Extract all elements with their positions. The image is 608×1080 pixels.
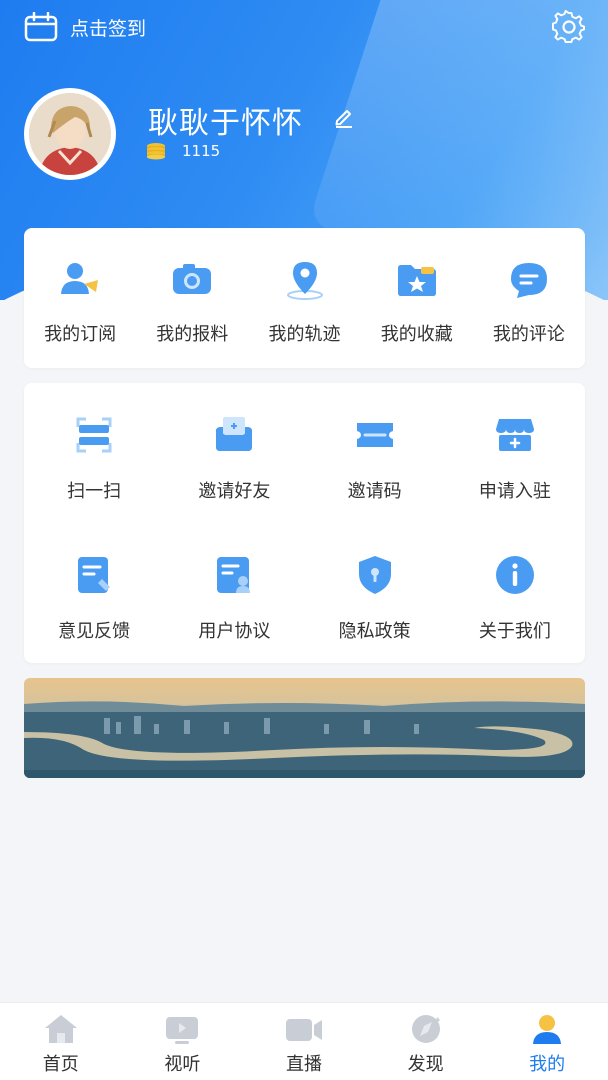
action-label: 我的评论 [492, 324, 565, 345]
tab-label: 视听 [164, 1054, 201, 1075]
avatar[interactable] [24, 88, 116, 180]
my-favorites-button[interactable]: 我的收藏 [361, 228, 473, 368]
tool-label: 申请入驻 [478, 481, 551, 502]
tool-label: 邀请好友 [198, 481, 271, 502]
tab-discover[interactable]: 发现 [365, 1003, 487, 1080]
my-reports-button[interactable]: 我的报料 [136, 228, 248, 368]
tab-home[interactable]: 首页 [0, 1003, 122, 1080]
feedback-button[interactable]: 意见反馈 [24, 523, 164, 663]
tools-card: 扫一扫 邀请好友 邀请码 申请入驻 意见反馈 用户协议 隐私政策 关于我们 [24, 383, 585, 663]
tool-label: 邀请码 [347, 481, 402, 502]
edit-icon[interactable] [333, 106, 355, 128]
my-track-button[interactable]: 我的轨迹 [248, 228, 360, 368]
bottom-tab-bar: 首页 视听 直播 发现 我的 [0, 1002, 608, 1080]
tab-mine[interactable]: 我的 [486, 1003, 608, 1080]
checkin-button[interactable]: 点击签到 [24, 12, 146, 42]
compass-icon [411, 1015, 440, 1043]
comment-icon [510, 263, 547, 298]
tool-label: 关于我们 [478, 621, 551, 642]
action-label: 我的收藏 [380, 324, 453, 345]
subscribe-icon [61, 263, 99, 294]
invite-code-button[interactable]: 邀请码 [305, 383, 445, 523]
gear-icon[interactable] [552, 10, 586, 44]
user-agreement-button[interactable]: 用户协议 [164, 523, 304, 663]
home-icon [44, 1015, 77, 1043]
calendar-icon [24, 12, 58, 42]
action-label: 我的报料 [156, 324, 229, 345]
feedback-icon [78, 557, 111, 593]
camera-icon [173, 264, 212, 294]
tool-label: 用户协议 [198, 621, 271, 642]
video-camera-icon [285, 1019, 322, 1041]
tab-label: 发现 [407, 1054, 444, 1075]
my-subscriptions-button[interactable]: 我的订阅 [24, 228, 136, 368]
coin-balance: 1115 [146, 142, 220, 160]
tab-audiovisual[interactable]: 视听 [122, 1003, 244, 1080]
username: 耿耿于怀怀 [148, 106, 303, 141]
city-panorama-image [24, 678, 585, 778]
checkin-label: 点击签到 [70, 17, 147, 40]
shield-icon [358, 556, 391, 594]
tab-label: 首页 [42, 1054, 79, 1075]
location-icon [286, 262, 323, 300]
scan-icon [76, 417, 112, 453]
tool-label: 扫一扫 [67, 481, 122, 502]
invite-friends-button[interactable]: 邀请好友 [164, 383, 304, 523]
tab-label: 直播 [285, 1054, 322, 1075]
tab-live[interactable]: 直播 [243, 1003, 365, 1080]
user-icon [533, 1015, 562, 1044]
tab-label: 我的 [529, 1054, 566, 1075]
coin-count: 1115 [182, 142, 221, 160]
agreement-icon [217, 557, 251, 593]
apply-join-button[interactable]: 申请入驻 [445, 383, 585, 523]
tool-label: 意见反馈 [58, 621, 131, 642]
avatar-image [29, 93, 111, 175]
promo-banner[interactable] [24, 678, 585, 778]
favorites-folder-icon [397, 265, 436, 296]
action-label: 我的轨迹 [268, 324, 341, 345]
info-icon [495, 556, 534, 594]
coin-stack-icon [147, 143, 165, 160]
about-us-button[interactable]: 关于我们 [445, 523, 585, 663]
tool-label: 隐私政策 [338, 621, 411, 642]
quick-actions-card: 我的订阅 我的报料 我的轨迹 我的收藏 我的评论 [24, 228, 585, 368]
action-label: 我的订阅 [44, 324, 117, 345]
my-comments-button[interactable]: 我的评论 [473, 228, 585, 368]
invite-mail-icon [216, 417, 253, 451]
tv-icon [166, 1017, 199, 1044]
privacy-policy-button[interactable]: 隐私政策 [305, 523, 445, 663]
ticket-icon [356, 423, 393, 447]
store-icon [495, 419, 534, 451]
scan-button[interactable]: 扫一扫 [24, 383, 164, 523]
